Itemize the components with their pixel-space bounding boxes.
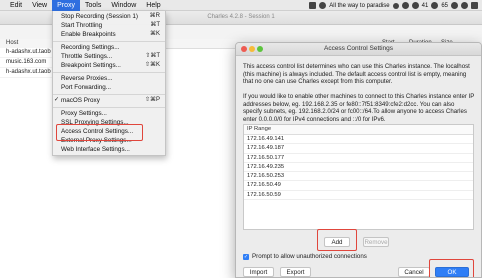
menu-item-port-forwarding[interactable]: Port Forwarding... [53, 83, 165, 92]
dingtalk-icon[interactable] [431, 2, 439, 9]
ip-range-table: IP Range 172.16.49.141 172.16.49.187 172… [243, 124, 474, 230]
menu-tools[interactable]: Tools [80, 0, 106, 11]
maximize-icon[interactable] [257, 46, 263, 52]
dialog-description-2: If you would like to enable other machin… [243, 93, 475, 123]
table-row[interactable]: 172.16.49.141 [244, 135, 473, 145]
cancel-button[interactable]: Cancel [398, 267, 430, 277]
annotation-highlight-access-control [56, 124, 143, 141]
table-row[interactable]: 172.16.50.49 [244, 181, 473, 191]
menu-window[interactable]: Window [106, 0, 141, 11]
table-row[interactable]: 172.16.49.235 [244, 163, 473, 173]
battery-icon[interactable] [471, 2, 478, 9]
menu-item-web-interface-settings[interactable]: Web Interface Settings... [53, 145, 165, 154]
menu-item-reverse-proxies[interactable]: Reverse Proxies... [53, 74, 165, 83]
wifi-icon[interactable] [461, 2, 468, 9]
import-button[interactable]: Import [243, 267, 274, 277]
close-icon[interactable] [241, 46, 247, 52]
export-button[interactable]: Export [280, 267, 311, 277]
charles-icon[interactable] [411, 2, 419, 9]
minimize-icon[interactable] [249, 46, 255, 52]
menu-separator [53, 93, 165, 95]
menu-item-proxy-settings[interactable]: Proxy Settings... [53, 109, 165, 118]
menu-item-recording-settings[interactable]: Recording Settings... [53, 43, 165, 52]
annotation-highlight-add [317, 229, 357, 251]
annotation-highlight-ok [429, 259, 474, 277]
dialog-title: Access Control Settings [323, 45, 393, 52]
dialog-titlebar: Access Control Settings [236, 43, 481, 56]
ip-range-header[interactable]: IP Range [244, 125, 473, 135]
table-row[interactable]: 172.16.50.253 [244, 172, 473, 182]
remove-button[interactable]: Remove [363, 237, 389, 247]
prompt-unauthorized-row[interactable]: ✓ Prompt to allow unauthorized connectio… [243, 253, 367, 260]
tray-badge: 65 [441, 2, 448, 9]
menu-separator [53, 106, 165, 108]
app-icon[interactable] [309, 2, 317, 9]
menu-item-stop-recording[interactable]: Stop Recording (Session 1) ⌘R [53, 12, 165, 21]
table-row[interactable]: 172.16.50.59 [244, 191, 473, 201]
status-tray: All the way to paradise 41 65 [309, 0, 478, 11]
prompt-label: Prompt to allow unauthorized connections [252, 253, 367, 260]
col-host[interactable]: Host [6, 40, 18, 46]
menu-item-enable-breakpoints[interactable]: Enable Breakpoints ⌘K [53, 30, 165, 39]
dialog-description: This access control list determines who … [243, 63, 470, 86]
notification-count: 41 [421, 2, 429, 9]
menu-item-throttle-settings[interactable]: Throttle Settings... ⇧⌘T [53, 52, 165, 61]
menu-item-breakpoint-settings[interactable]: Breakpoint Settings... ⇧⌘K [53, 61, 165, 70]
menu-proxy[interactable]: Proxy [52, 0, 81, 11]
menubar: Edit View Proxy Tools Window Help All th… [0, 0, 482, 11]
now-playing[interactable]: All the way to paradise [329, 3, 389, 9]
play-icon[interactable] [392, 2, 399, 9]
music-icon[interactable] [319, 2, 327, 9]
menu-item-macos-proxy[interactable]: ✓ macOS Proxy ⇧⌘P [53, 96, 165, 105]
table-row[interactable]: 172.16.49.187 [244, 144, 473, 154]
menu-edit[interactable]: Edit [0, 0, 27, 11]
menu-view[interactable]: View [27, 0, 52, 11]
checkmark-icon: ✓ [54, 97, 60, 103]
prompt-checkbox[interactable]: ✓ [243, 253, 249, 260]
menu-separator [53, 71, 165, 73]
menu-help[interactable]: Help [141, 0, 165, 11]
table-row[interactable]: 172.16.50.177 [244, 154, 473, 163]
access-control-dialog: Access Control Settings This access cont… [235, 42, 482, 278]
user-icon[interactable] [451, 2, 458, 9]
wechat-icon[interactable] [401, 2, 409, 9]
menu-item-start-throttling[interactable]: Start Throttling ⌘T [53, 21, 165, 30]
menu-separator [53, 40, 165, 42]
